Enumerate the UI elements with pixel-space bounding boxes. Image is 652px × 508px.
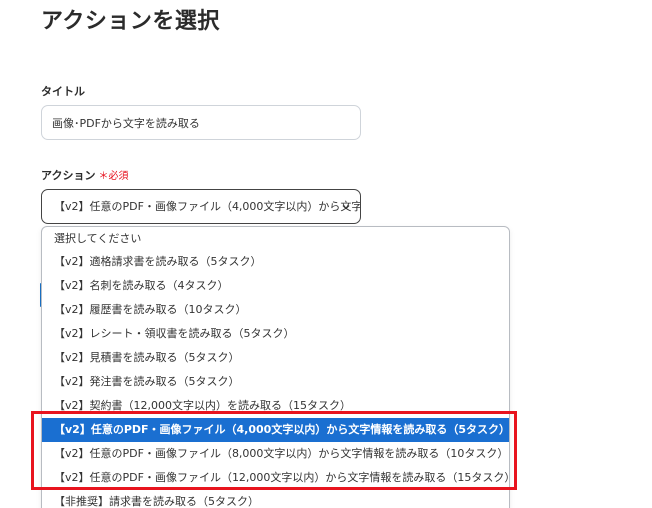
action-field-label: アクション ＊必須 [41, 167, 128, 183]
title-field-label: タイトル [41, 85, 85, 98]
dropdown-option-placeholder[interactable]: 選択してください [42, 227, 509, 250]
required-text: 必須 [108, 171, 129, 182]
chevron-down-icon[interactable] [342, 203, 350, 211]
page-title: アクションを選択 [41, 9, 220, 34]
action-label-text: アクション [41, 169, 96, 182]
dropdown-option[interactable]: 【v2】名刺を読み取る（4タスク） [42, 274, 509, 298]
dropdown-option[interactable]: 【v2】レシート・領収書を読み取る（5タスク） [42, 322, 509, 346]
action-select[interactable]: 【v2】任意のPDF・画像ファイル（4,000文字以内）から文字情報を読み取る（… [41, 189, 361, 224]
dropdown-option[interactable]: 【v2】発注書を読み取る（5タスク） [42, 370, 509, 394]
dropdown-option-selected[interactable]: 【v2】任意のPDF・画像ファイル（4,000文字以内）から文字情報を読み取る（… [42, 418, 509, 442]
dropdown-option[interactable]: 【v2】履歴書を読み取る（10タスク） [42, 298, 509, 322]
required-badge: ＊必須 [98, 171, 128, 182]
dropdown-option[interactable]: 【v2】任意のPDF・画像ファイル（12,000文字以内）から文字情報を読み取る… [42, 466, 509, 490]
dropdown-option[interactable]: 【v2】適格請求書を読み取る（5タスク） [42, 250, 509, 274]
dropdown-option[interactable]: 【v2】契約書（12,000文字以内）を読み取る（15タスク） [42, 394, 509, 418]
dropdown-option[interactable]: 【v2】任意のPDF・画像ファイル（8,000文字以内）から文字情報を読み取る（… [42, 442, 509, 466]
action-dropdown-list[interactable]: 選択してください 【v2】適格請求書を読み取る（5タスク） 【v2】名刺を読み取… [41, 226, 510, 508]
required-mark: ＊ [98, 171, 109, 182]
title-input[interactable] [41, 105, 361, 140]
dropdown-option[interactable]: 【v2】見積書を読み取る（5タスク） [42, 346, 509, 370]
dropdown-option[interactable]: 【非推奨】請求書を読み取る（5タスク） [42, 490, 509, 508]
